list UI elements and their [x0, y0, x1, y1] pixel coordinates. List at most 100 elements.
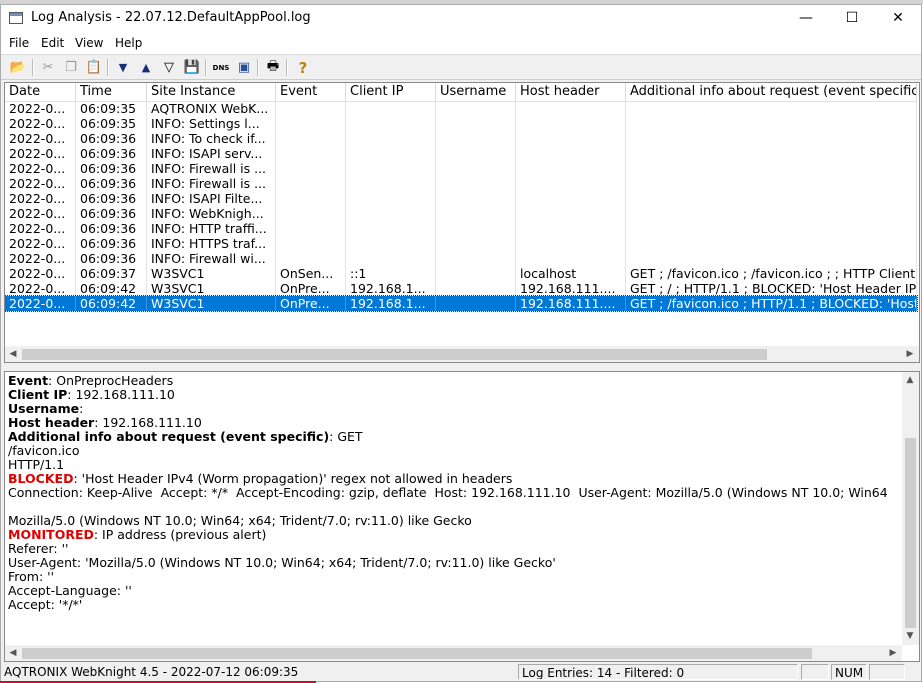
arrow-up-icon[interactable]: ▲ [136, 58, 156, 77]
minimize-button[interactable]: — [783, 5, 829, 32]
table-row[interactable]: 2022-0... 06:09:42 W3SVC1 OnPre... 192.168.1… [5, 281, 917, 296]
detail-host-header-label: Host header [8, 415, 95, 430]
cell-client-ip: 192.168.1... [346, 281, 436, 296]
entry-detail-pane[interactable]: Event: OnPreprocHeaders Client IP: 192.16… [4, 371, 920, 662]
cell-event [276, 236, 346, 251]
detail-referer-line: Referer: '' [8, 541, 69, 556]
cell-username [436, 146, 516, 161]
paste-icon[interactable]: 📋 [84, 58, 104, 77]
detail-additional-value: : GET [329, 429, 363, 444]
copy-icon[interactable]: ❐ [61, 58, 81, 77]
menu-file[interactable]: File [9, 36, 29, 50]
help-icon[interactable]: ? [293, 58, 313, 77]
cell-username [436, 176, 516, 191]
cell-additional-info [626, 131, 917, 146]
cell-additional-info: GET ; / ; HTTP/1.1 ; BLOCKED: 'Host Head… [626, 281, 917, 296]
cell-username [436, 281, 516, 296]
table-row[interactable]: 2022-0... 06:09:36 INFO: ISAPI serv... [5, 146, 917, 161]
column-header-date[interactable]: Date [5, 83, 76, 101]
list-scroll-thumb[interactable] [22, 349, 767, 360]
close-button[interactable]: ✕ [875, 5, 921, 32]
toolbar-separator [107, 59, 109, 76]
detail-client-ip-label: Client IP [8, 387, 68, 402]
detail-monitored-line: MONITORED: IP address (previous alert) [8, 528, 898, 542]
table-row[interactable]: 2022-0... 06:09:35 INFO: Settings l... [5, 116, 917, 131]
cell-username [436, 116, 516, 131]
detail-connection-line: Connection: Keep-Alive Accept: */* Accep… [8, 485, 888, 500]
table-row[interactable]: 2022-0... 06:09:36 INFO: HTTPS traf... [5, 236, 917, 251]
scroll-left-icon[interactable]: ◀ [5, 346, 21, 362]
cell-host-header [516, 236, 626, 251]
detail-event-value: : OnPreprocHeaders [48, 374, 174, 388]
table-row[interactable]: 2022-0... 06:09:36 INFO: HTTP traffi... [5, 221, 917, 236]
detail-scroll-thumb[interactable] [905, 438, 916, 628]
log-entries-list[interactable]: Date Time Site Instance Event Client IP … [4, 82, 920, 363]
table-row[interactable]: 2022-0... 06:09:35 AQTRONIX WebK... [5, 101, 917, 116]
menu-help[interactable]: Help [115, 36, 142, 50]
menu-view[interactable]: View [75, 36, 103, 50]
table-row[interactable]: 2022-0... 06:09:37 W3SVC1 OnSen...::1 localh… [5, 266, 917, 281]
scroll-left-icon[interactable]: ◀ [5, 645, 21, 661]
scroll-up-icon[interactable]: ▲ [902, 372, 918, 388]
cell-client-ip [346, 176, 436, 191]
column-header-client-ip[interactable]: Client IP [346, 83, 436, 101]
scroll-right-icon[interactable]: ▶ [902, 346, 918, 362]
detail-event-label: Event [8, 374, 49, 388]
column-header-username[interactable]: Username [436, 83, 516, 101]
menu-edit[interactable]: Edit [41, 36, 64, 50]
title-bar[interactable]: Log Analysis - 22.07.12.DefaultAppPool.l… [1, 5, 921, 32]
column-header-time[interactable]: Time [76, 83, 147, 101]
list-horizontal-scrollbar[interactable]: ◀ ▶ [5, 346, 919, 362]
cell-event: OnPre... [276, 296, 346, 311]
table-row[interactable]: 2022-0... 06:09:36 INFO: To check if... [5, 131, 917, 146]
cell-client-ip [346, 146, 436, 161]
table-row[interactable]: 2022-0... 06:09:36 INFO: Firewall is ... [5, 176, 917, 191]
table-row[interactable]: 2022-0... 06:09:36 INFO: Firewall wi... [5, 251, 917, 266]
scroll-right-icon[interactable]: ▶ [885, 645, 901, 661]
detail-additional-line: Additional info about request (event spe… [8, 430, 898, 444]
maximize-button[interactable]: ☐ [829, 5, 875, 32]
cell-client-ip: ::1 [346, 266, 436, 281]
cell-username [436, 266, 516, 281]
save-icon[interactable]: 💾 [182, 58, 202, 77]
cell-additional-info [626, 251, 917, 266]
cell-time: 06:09:36 [76, 131, 147, 146]
cell-additional-info: GET ; /favicon.ico ; HTTP/1.1 ; BLOCKED:… [626, 296, 917, 311]
column-header-event[interactable]: Event [276, 83, 346, 101]
scroll-down-icon[interactable]: ▼ [902, 628, 918, 644]
cell-date: 2022-0... [5, 131, 76, 146]
detail-vertical-scrollbar[interactable]: ▲ ▼ [902, 372, 919, 645]
cell-additional-info [626, 236, 917, 251]
print-icon[interactable]: 🖶 [263, 58, 283, 77]
cut-icon[interactable]: ✂ [38, 58, 58, 77]
column-header-site-instance[interactable]: Site Instance [147, 83, 276, 101]
list-header: Date Time Site Instance Event Client IP … [5, 83, 917, 102]
filter-icon[interactable]: ▽ [159, 58, 179, 77]
cell-site-instance: INFO: To check if... [147, 131, 276, 146]
cell-username [436, 221, 516, 236]
table-row[interactable]: 2022-0... 06:09:36 INFO: Firewall is ... [5, 161, 917, 176]
cell-site-instance: INFO: Firewall is ... [147, 161, 276, 176]
dns-icon[interactable]: DNS [211, 58, 231, 77]
cell-additional-info [626, 146, 917, 161]
cell-username [436, 101, 516, 116]
details-icon[interactable]: ▣ [234, 58, 254, 77]
table-row[interactable]: 2022-0... 06:09:36 INFO: ISAPI Filte... [5, 191, 917, 206]
column-header-additional-info[interactable]: Additional info about request (event spe… [626, 83, 917, 101]
detail-scroll-thumb-horizontal[interactable] [22, 648, 812, 659]
cell-additional-info [626, 116, 917, 131]
detail-from-line: From: '' [8, 569, 55, 584]
detail-horizontal-scrollbar[interactable]: ◀ ▶ [5, 645, 902, 661]
cell-time: 06:09:36 [76, 221, 147, 236]
open-icon[interactable]: 📂 [8, 58, 28, 77]
arrow-down-icon[interactable]: ▼ [113, 58, 133, 77]
cell-date: 2022-0... [5, 101, 76, 116]
table-row[interactable]: 2022-0... 06:09:36 INFO: WebKnigh... [5, 206, 917, 221]
column-header-host-header[interactable]: Host header [516, 83, 626, 101]
detail-additional-label: Additional info about request (event spe… [8, 429, 330, 444]
cell-event [276, 251, 346, 266]
cell-site-instance: INFO: Settings l... [147, 116, 276, 131]
table-row[interactable]: 2022-0... 06:09:42 W3SVC1 OnPre... 192.168.1… [5, 295, 918, 312]
cell-event: OnSen... [276, 266, 346, 281]
cell-host-header [516, 116, 626, 131]
